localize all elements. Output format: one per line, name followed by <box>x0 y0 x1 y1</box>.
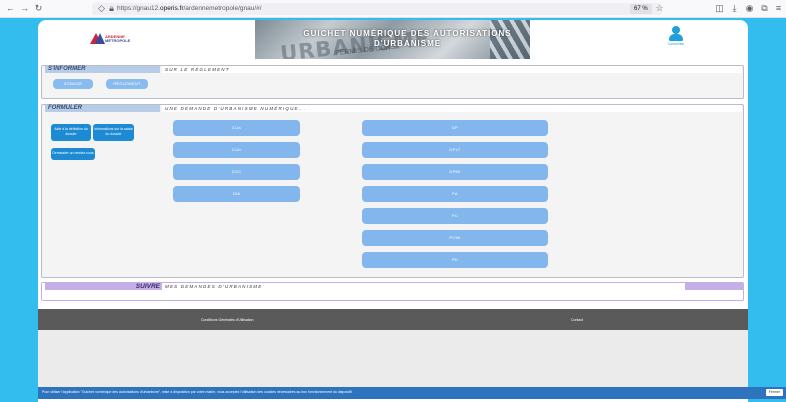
contact-link[interactable]: Contact <box>571 318 583 322</box>
footer: Conditions Générales d'Utilisation Conta… <box>38 309 748 330</box>
zonage-button[interactable]: ZONAGE <box>53 79 93 89</box>
dplt-button[interactable]: DPLT <box>362 142 548 158</box>
section-header-end <box>685 283 743 290</box>
dia-button[interactable]: DIA <box>173 186 300 202</box>
user-icon[interactable] <box>668 26 684 42</box>
appointment-button[interactable]: Demander un rendez-vous <box>51 148 95 160</box>
logo[interactable]: ARDENNE MÉTROPOLE <box>90 33 130 45</box>
cookie-text: Pour utiliser l'application "Guichet num… <box>42 390 353 394</box>
header-banner: URBANISME PERMIS DE CONS GUICHET NUMÉRIQ… <box>255 20 530 59</box>
section-description: UNE DEMANDE D'URBANISME NUMÉRIQUE... <box>162 105 742 112</box>
star-icon[interactable]: ☆ <box>654 3 665 14</box>
section-label: S'INFORMER <box>45 66 160 73</box>
cookie-close-button[interactable]: Fermer <box>765 389 783 396</box>
footer-spacer <box>38 330 748 387</box>
pcmi-button[interactable]: PCMI <box>362 230 548 246</box>
reload-icon[interactable]: ↻ <box>33 3 44 14</box>
pc-button[interactable]: PC <box>362 208 548 224</box>
menu-icon[interactable]: ≡ <box>773 3 784 14</box>
dpmi-button[interactable]: DPMI <box>362 164 548 180</box>
extensions-icon[interactable]: ⧉ <box>759 3 770 14</box>
section-informer: S'INFORMER SUR LE RÈGLEMENT ZONAGE RÈGLE… <box>41 65 744 99</box>
cua-button[interactable]: CUa <box>173 120 300 136</box>
help-definition-button[interactable]: Aide à la définition du dossier <box>51 124 91 141</box>
zoom-badge[interactable]: 67 % <box>630 4 652 14</box>
section-description: SUR LE RÈGLEMENT <box>162 66 742 73</box>
conditions-link[interactable]: Conditions Générales d'Utilisation <box>201 318 253 322</box>
logo-text: ARDENNE MÉTROPOLE <box>105 34 131 43</box>
banner-title: GUICHET NUMÉRIQUE DES AUTORISATIONS D'UR… <box>303 29 512 48</box>
login-label[interactable]: Connexion <box>660 42 692 46</box>
cub-button[interactable]: CUb <box>173 142 300 158</box>
download-icon[interactable]: ⤓ <box>729 3 740 14</box>
arrow-right-icon[interactable]: → <box>19 3 30 14</box>
section-suivre: SUIVRE MES DEMANDES D'URBANISME <box>41 282 744 301</box>
lock-icon: 🔒︎ <box>109 3 114 13</box>
dp-button[interactable]: DP <box>362 120 548 136</box>
pocket-icon[interactable]: ◫ <box>714 3 725 14</box>
cookie-banner: Pour utiliser l'application "Guichet num… <box>38 387 786 399</box>
account-icon[interactable]: ◉ <box>744 3 755 14</box>
logo-triangle-blue-icon <box>95 33 105 44</box>
reglement-button[interactable]: RÈGLEMENT <box>106 79 148 89</box>
section-label: FORMULER <box>45 105 160 112</box>
section-formuler: FORMULER UNE DEMANDE D'URBANISME NUMÉRIQ… <box>41 104 744 278</box>
help-saisie-button[interactable]: Informations sur la saisie du dossier <box>93 124 134 141</box>
browser-toolbar: ← → ↻ ◇ 🔒︎ https://gnau12.operis.fr/arde… <box>0 0 786 18</box>
doc-button[interactable]: DOC <box>173 164 300 180</box>
arrow-left-icon[interactable]: ← <box>5 3 16 14</box>
pd-button[interactable]: PD <box>362 252 548 268</box>
url-text[interactable]: https://gnau12.operis.fr/ardennemetropol… <box>117 4 262 14</box>
section-label: SUIVRE <box>45 283 163 290</box>
pa-button[interactable]: PA <box>362 186 548 202</box>
section-description[interactable]: MES DEMANDES D'URBANISME <box>162 283 687 290</box>
